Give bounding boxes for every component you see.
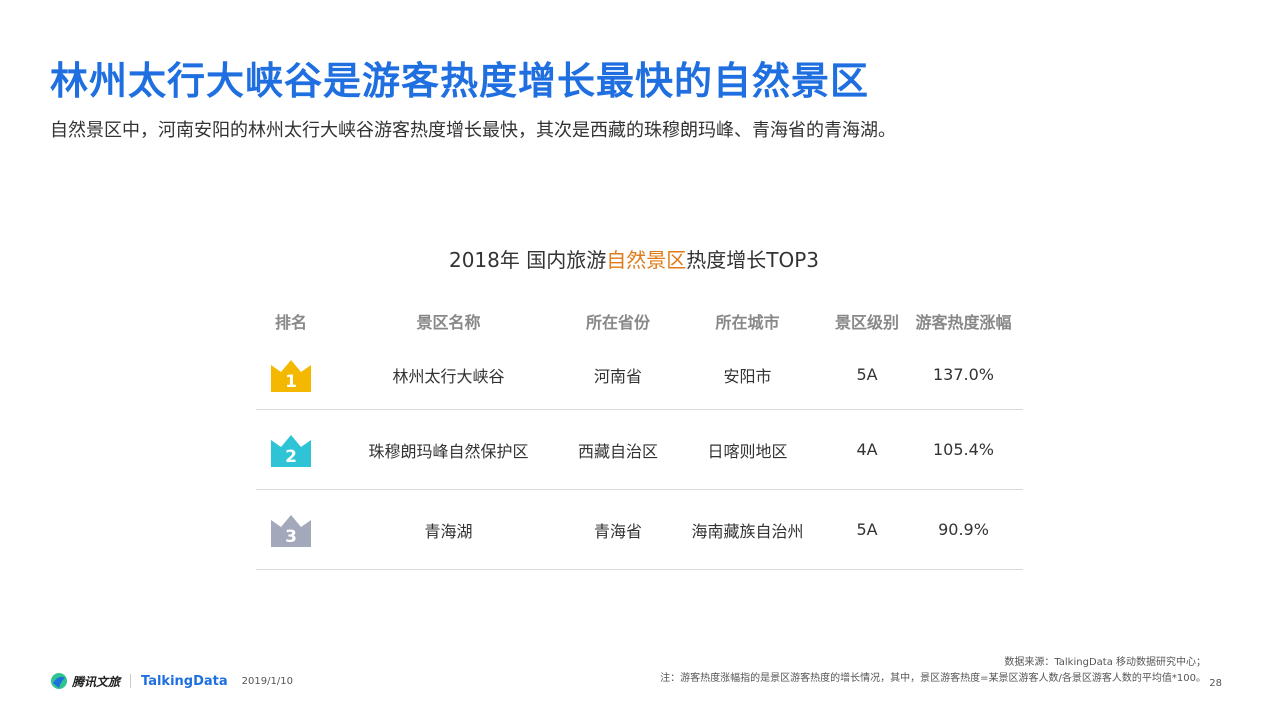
header-city: 所在城市 xyxy=(715,313,780,332)
crown-icon: 2 xyxy=(271,434,311,467)
province: 青海省 xyxy=(593,521,642,541)
table-row: 3 青海湖 青海省 海南藏族自治州 5A 90.9% xyxy=(256,490,1023,570)
header-province: 所在省份 xyxy=(585,313,650,332)
tencent-logo: 腾讯文旅 xyxy=(50,672,120,690)
report-date: 2019/1/10 xyxy=(241,675,293,687)
crown-rank-number: 1 xyxy=(285,372,297,392)
header-growth: 游客热度涨幅 xyxy=(915,313,1012,332)
scenic-name: 林州太行大峡谷 xyxy=(392,366,505,386)
tencent-leaf-icon xyxy=(51,673,67,689)
data-source: 数据来源：TalkingData 移动数据研究中心； xyxy=(1004,657,1206,668)
page-subtitle: 自然景区中，河南安阳的林州太行大峡谷游客热度增长最快，其次是西藏的珠穆朗玛峰、青… xyxy=(50,120,896,141)
province: 西藏自治区 xyxy=(577,441,658,461)
table-title-prefix: 2018年 国内旅游 xyxy=(448,248,607,272)
crown-rank-number: 2 xyxy=(285,447,297,467)
footnote: 注：游客热度涨幅指的是景区游客热度的增长情况，其中，景区游客热度=某景区游客人数… xyxy=(660,673,1206,684)
header-rank: 排名 xyxy=(274,313,307,332)
rank-cell: 3 xyxy=(256,512,326,548)
growth: 137.0% xyxy=(932,365,994,384)
table-row: 2 珠穆朗玛峰自然保护区 西藏自治区 日喀则地区 4A 105.4% xyxy=(256,410,1023,490)
rank-cell: 1 xyxy=(256,357,326,393)
table-title: 2018年 国内旅游自然景区热度增长TOP3 xyxy=(0,244,1268,273)
scenic-name: 珠穆朗玛峰自然保护区 xyxy=(368,441,529,461)
city: 日喀则地区 xyxy=(707,441,788,461)
tencent-logo-text: 腾讯文旅 xyxy=(72,674,121,689)
level: 4A xyxy=(856,440,878,459)
province: 河南省 xyxy=(593,366,642,386)
talkingdata-logo: TalkingData xyxy=(141,673,228,689)
page-number: 28 xyxy=(1209,678,1222,689)
page-title: 林州太行大峡谷是游客热度增长最快的自然景区 xyxy=(50,59,870,103)
table-header-row: 排名 景区名称 所在省份 所在城市 景区级别 游客热度涨幅 xyxy=(256,302,1023,340)
level: 5A xyxy=(856,365,878,384)
city: 安阳市 xyxy=(723,366,772,386)
header-name: 景区名称 xyxy=(416,313,481,332)
crown-rank-number: 3 xyxy=(285,527,297,547)
table-title-highlight: 自然景区 xyxy=(606,248,687,272)
city: 海南藏族自治州 xyxy=(691,521,804,541)
ranking-table: 排名 景区名称 所在省份 所在城市 景区级别 游客热度涨幅 1 林州太行大峡谷 … xyxy=(256,302,1023,570)
level: 5A xyxy=(856,520,878,539)
crown-icon: 3 xyxy=(271,514,311,547)
scenic-name: 青海湖 xyxy=(424,521,473,541)
rank-cell: 2 xyxy=(256,432,326,468)
crown-icon: 1 xyxy=(271,359,311,392)
growth: 90.9% xyxy=(938,520,989,539)
table-title-suffix: 热度增长TOP3 xyxy=(686,248,819,272)
header-level: 景区级别 xyxy=(834,313,899,332)
logo-divider xyxy=(130,674,132,688)
table-row: 1 林州太行大峡谷 河南省 安阳市 5A 137.0% xyxy=(256,340,1023,410)
growth: 105.4% xyxy=(932,440,994,459)
footer-logos: 腾讯文旅 TalkingData 2019/1/10 xyxy=(50,672,293,690)
